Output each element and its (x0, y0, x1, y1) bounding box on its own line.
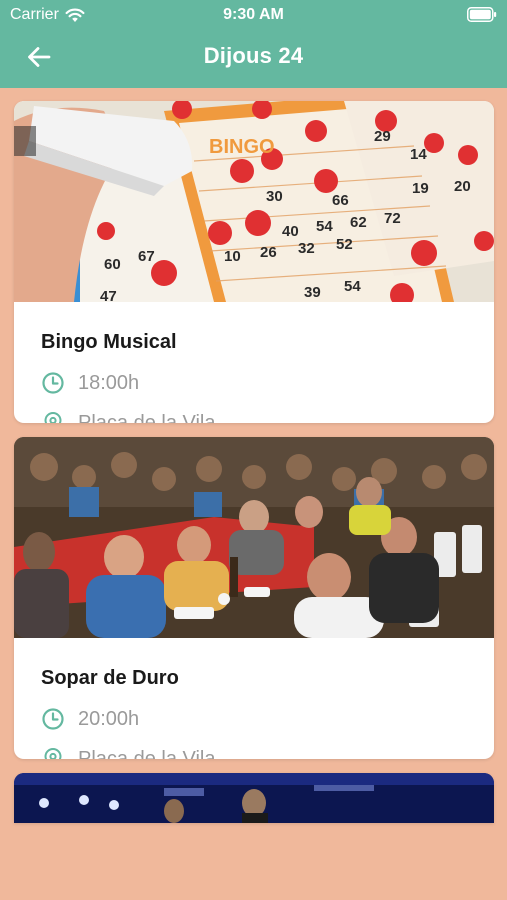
event-card[interactable]: Sopar de Duro 20:00h Plaça de la Vila (14, 437, 494, 759)
event-card-body: Bingo Musical 18:00h Plaça de la Vila (14, 302, 494, 423)
event-card[interactable]: 40 54 62 72 10 26 32 52 30 66 60 67 47 2… (14, 101, 494, 423)
svg-text:60: 60 (104, 256, 121, 273)
event-location: Plaça de la Vila (78, 748, 216, 759)
svg-text:54: 54 (344, 278, 361, 295)
event-image-bingo: 40 54 62 72 10 26 32 52 30 66 60 67 47 2… (14, 101, 494, 302)
event-time: 20:00h (78, 708, 140, 730)
svg-text:30: 30 (266, 188, 283, 205)
svg-text:29: 29 (374, 128, 391, 145)
location-pin-icon (44, 412, 62, 423)
clock: 9:30 AM (223, 6, 284, 23)
event-image-concert (14, 773, 494, 823)
event-title: Bingo Musical (41, 331, 177, 353)
svg-text:62: 62 (350, 214, 367, 231)
page-title: Dijous 24 (203, 43, 304, 68)
event-location-row: Plaça de la Vila (41, 411, 467, 423)
event-time: 18:00h (78, 372, 140, 394)
svg-text:19: 19 (412, 180, 429, 197)
event-list: 40 54 62 72 10 26 32 52 30 66 60 67 47 2… (14, 101, 494, 823)
event-title: Sopar de Duro (41, 667, 179, 689)
event-card-body: Sopar de Duro 20:00h Plaça de la Vila (14, 638, 494, 759)
svg-text:BINGO: BINGO (209, 136, 275, 158)
svg-text:32: 32 (298, 240, 315, 257)
svg-text:66: 66 (332, 192, 349, 209)
svg-text:40: 40 (282, 223, 299, 240)
svg-text:26: 26 (260, 244, 277, 261)
svg-text:20: 20 (454, 178, 471, 195)
svg-text:10: 10 (224, 248, 241, 265)
event-time-row: 20:00h (41, 707, 467, 731)
clock-icon (42, 372, 64, 394)
svg-text:52: 52 (336, 236, 353, 253)
svg-text:67: 67 (138, 248, 155, 265)
event-location: Plaça de la Vila (78, 412, 216, 423)
status-bar: Carrier 9:30 AM (0, 0, 507, 30)
svg-text:72: 72 (384, 210, 401, 227)
location-pin-icon (44, 748, 62, 759)
svg-text:47: 47 (100, 288, 117, 302)
event-location-row: Plaça de la Vila (41, 747, 467, 759)
navigation-bar: Dijous 24 (0, 30, 507, 88)
svg-text:39: 39 (304, 284, 321, 301)
svg-text:14: 14 (410, 146, 427, 163)
battery-icon (467, 7, 497, 22)
event-time-row: 18:00h (41, 371, 467, 395)
event-image-dinner (14, 437, 494, 638)
event-card[interactable] (14, 773, 494, 823)
clock-icon (42, 708, 64, 730)
app-header: Carrier 9:30 AM Dijous 24 (0, 0, 507, 88)
svg-text:54: 54 (316, 218, 333, 235)
